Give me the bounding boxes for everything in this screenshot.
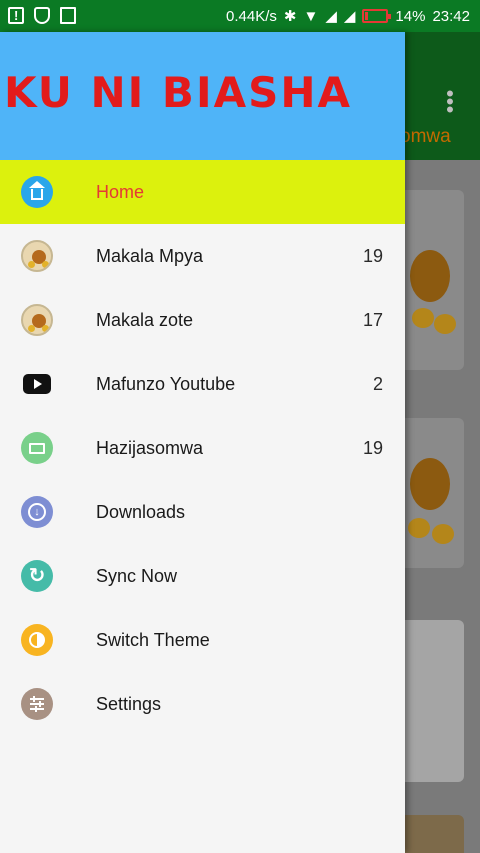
theme-icon <box>21 624 53 656</box>
menu-item-label: Home <box>96 181 145 202</box>
clock: 23:42 <box>432 7 470 25</box>
app-banner: KU NI BIASHA <box>4 68 352 117</box>
drawer-header: KU NI BIASHA <box>0 32 405 160</box>
tab-hazijasomwa[interactable]: omwa <box>400 126 451 148</box>
menu-item-hazijasomwa[interactable]: Hazijasomwa 19 <box>0 416 405 480</box>
menu-item-label: Downloads <box>96 501 186 522</box>
battery-percent: 14% <box>395 7 426 25</box>
menu-item-settings[interactable]: Settings <box>0 672 405 736</box>
alert-icon <box>8 7 24 24</box>
download-icon: ↓ <box>21 496 53 528</box>
article-card[interactable] <box>398 418 464 568</box>
settings-icon <box>21 688 53 720</box>
menu-item-mafunzo-youtube[interactable]: Mafunzo Youtube 2 <box>0 352 405 416</box>
menu-item-makala-mpya[interactable]: Makala Mpya 19 <box>0 224 405 288</box>
sync-icon: ↻ <box>21 560 53 592</box>
menu-item-label: Mafunzo Youtube <box>96 373 236 394</box>
shield-icon <box>34 7 50 24</box>
navigation-drawer: KU NI BIASHA Home Makala Mpya 19 Makala … <box>0 32 405 853</box>
menu-item-label: Switch Theme <box>96 629 210 650</box>
wifi-icon: ▼ <box>303 7 319 25</box>
signal-icon: ◢ <box>343 8 356 25</box>
menu-item-label: Makala Mpya <box>96 245 204 266</box>
mail-icon <box>21 432 53 464</box>
menu-item-count: 2 <box>372 373 383 394</box>
menu-item-label: Settings <box>96 693 162 714</box>
menu-item-count: 19 <box>362 437 383 458</box>
menu-item-downloads[interactable]: ↓ Downloads <box>0 480 405 544</box>
article-card[interactable] <box>398 815 464 853</box>
network-speed: 0.44K/s <box>226 7 277 25</box>
drawer-menu: Home Makala Mpya 19 Makala zote 17 Mafun… <box>0 160 405 736</box>
menu-item-count: 17 <box>362 309 383 330</box>
menu-item-home[interactable]: Home <box>0 160 405 224</box>
menu-item-count: 19 <box>362 245 383 266</box>
article-card[interactable] <box>398 620 464 782</box>
menu-item-label: Sync Now <box>96 565 178 586</box>
avatar-icon <box>21 240 53 272</box>
menu-item-label: Hazijasomwa <box>96 437 204 458</box>
avatar-icon <box>21 304 53 336</box>
bluetooth-icon: ✱ <box>283 8 297 25</box>
menu-item-switch-theme[interactable]: Switch Theme <box>0 608 405 672</box>
battery-level <box>365 12 369 20</box>
image-icon <box>60 7 76 24</box>
article-card[interactable] <box>398 190 464 370</box>
menu-item-sync-now[interactable]: ↻ Sync Now <box>0 544 405 608</box>
signal-icon: ◢ <box>325 8 337 25</box>
menu-item-label: Makala zote <box>96 309 194 330</box>
youtube-icon <box>21 368 53 400</box>
status-bar: 0.44K/s ✱ ▼ ◢ ◢ 14% 23:42 <box>0 0 480 32</box>
battery-icon <box>362 9 392 23</box>
menu-item-makala-zote[interactable]: Makala zote 17 <box>0 288 405 352</box>
home-icon <box>21 176 53 208</box>
more-options-icon[interactable]: • • • <box>441 83 459 121</box>
